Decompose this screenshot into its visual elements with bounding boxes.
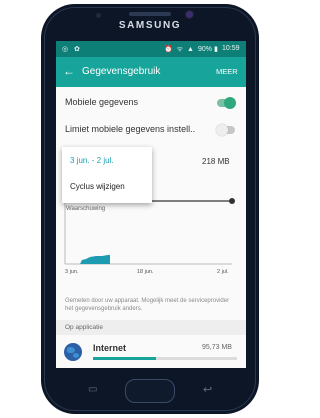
page-title: Gegevensgebruik (82, 66, 161, 77)
usage-total: 218 MB (202, 157, 230, 166)
data-limit-toggle[interactable] (216, 124, 235, 136)
warning-handle (229, 198, 235, 204)
app-usage-bar-fill (93, 357, 157, 360)
app-name: Internet (93, 343, 127, 353)
toggle-knob (224, 97, 236, 109)
earpiece-speaker (129, 12, 171, 16)
measurement-note: Gemeten door uw apparaat. Mogelijk meet … (65, 298, 230, 312)
internet-globe-icon (64, 343, 82, 361)
system-status-icons: ⏰ ᯤ ▲ (164, 46, 195, 53)
mobile-data-label: Mobiele gegevens (65, 97, 139, 107)
section-header: Op applicatie (56, 320, 246, 335)
notification-icons: ◎ ✿ (62, 46, 82, 53)
status-bar: ◎ ✿ ⏰ ᯤ ▲ 90% ▮ 10:59 (56, 41, 246, 57)
usage-area (80, 255, 110, 264)
app-usage-value: 95,73 MB (202, 344, 232, 351)
front-camera-icon (186, 11, 193, 18)
data-limit-label: Limiet mobiele gegevens instell.. (65, 124, 196, 134)
section-header-label: Op applicatie (65, 324, 103, 331)
main-content: Mobiele gegevens Limiet mobiele gegevens… (56, 87, 246, 368)
change-cycle-option[interactable]: Cyclus wijzigen (70, 182, 125, 191)
x-tick-end: 2 jul. (217, 269, 229, 275)
cycle-option-current[interactable]: 3 jun. - 2 jul. (70, 156, 114, 165)
warning-label: Waarschuwing (66, 206, 106, 212)
more-button[interactable]: MEER (216, 67, 238, 76)
x-tick-mid: 18 jun. (137, 269, 154, 275)
mobile-data-toggle[interactable] (217, 97, 236, 109)
toggle-knob (216, 124, 228, 136)
battery-indicator: 90% ▮ (198, 46, 218, 53)
back-key-icon[interactable]: ↩ (203, 383, 212, 396)
recent-apps-icon[interactable]: ▭ (88, 384, 97, 395)
phone-screen: ◎ ✿ ⏰ ᯤ ▲ 90% ▮ 10:59 ← Gegevensgebruik … (56, 41, 246, 368)
brand-logo: SAMSUNG (118, 20, 182, 31)
back-arrow-icon[interactable]: ← (63, 64, 75, 78)
cycle-popup-menu: 3 jun. - 2 jul. Cyclus wijzigen (62, 147, 152, 203)
app-usage-bar (93, 357, 237, 360)
app-usage-row[interactable]: Internet 95,73 MB (56, 335, 246, 368)
status-time: 10:59 (222, 45, 240, 52)
app-bar: ← Gegevensgebruik MEER (56, 57, 246, 87)
home-button[interactable] (125, 379, 175, 403)
x-tick-start: 3 jun. (65, 269, 79, 275)
proximity-sensor (96, 13, 101, 18)
